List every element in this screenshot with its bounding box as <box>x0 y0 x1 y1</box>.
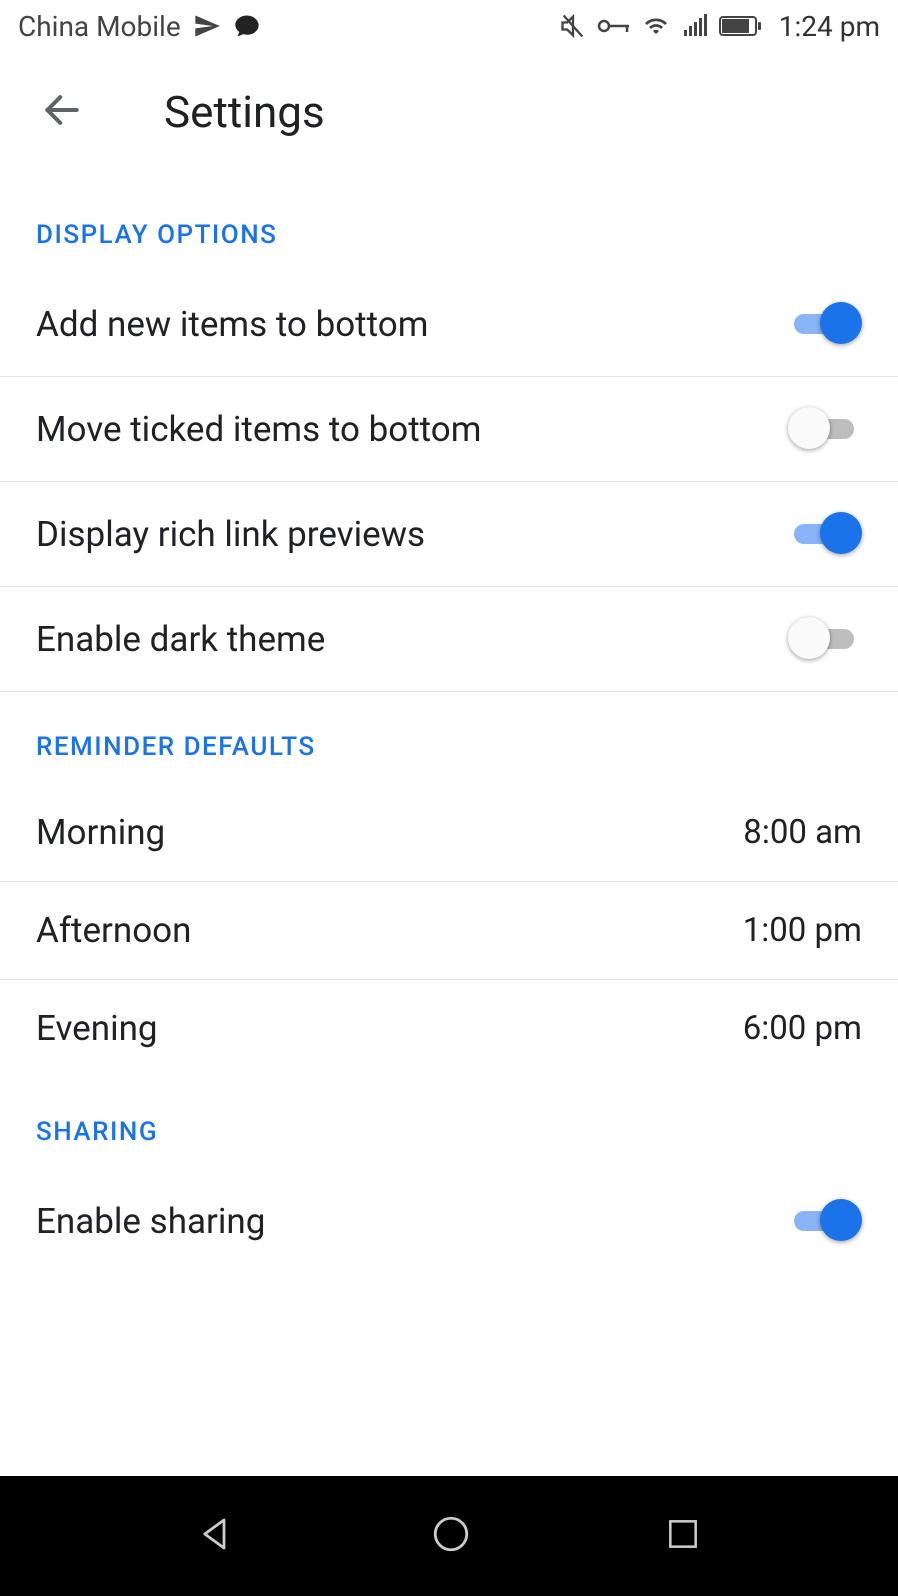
row-label: Enable dark theme <box>36 619 325 660</box>
toggle-dark-theme[interactable] <box>788 615 862 663</box>
section-header-reminders: Reminder defaults <box>0 692 898 784</box>
row-value: 8:00 am <box>743 813 862 852</box>
back-arrow-icon[interactable] <box>40 88 84 136</box>
row-label: Afternoon <box>36 910 191 951</box>
row-label: Evening <box>36 1008 158 1049</box>
app-bar: Settings <box>0 52 898 172</box>
toggle-move-ticked[interactable] <box>788 405 862 453</box>
toggle-add-bottom[interactable] <box>788 300 862 348</box>
chat-icon <box>233 12 261 40</box>
row-value: 1:00 pm <box>743 911 862 950</box>
row-label: Display rich link previews <box>36 514 425 555</box>
page-title: Settings <box>164 86 325 138</box>
system-nav-bar <box>0 1476 898 1596</box>
row-add-bottom[interactable]: Add new items to bottom <box>0 272 898 377</box>
battery-icon <box>719 15 763 37</box>
send-icon <box>193 12 221 40</box>
signal-icon <box>681 14 709 38</box>
row-rich-links[interactable]: Display rich link previews <box>0 482 898 587</box>
row-label: Add new items to bottom <box>36 304 428 345</box>
section-header-display: Display options <box>0 172 898 272</box>
row-label: Move ticked items to bottom <box>36 409 481 450</box>
toggle-rich-links[interactable] <box>788 510 862 558</box>
row-move-ticked[interactable]: Move ticked items to bottom <box>0 377 898 482</box>
row-enable-sharing[interactable]: Enable sharing <box>0 1169 898 1273</box>
status-bar: China Mobile 1:24 pm <box>0 0 898 52</box>
carrier-label: China Mobile <box>18 10 181 43</box>
wifi-icon <box>641 14 671 38</box>
status-time: 1:24 pm <box>779 10 880 43</box>
status-right: 1:24 pm <box>559 10 880 43</box>
nav-recent-icon[interactable] <box>664 1515 702 1557</box>
row-evening[interactable]: Evening 6:00 pm <box>0 980 898 1077</box>
nav-home-icon[interactable] <box>430 1513 472 1559</box>
status-left: China Mobile <box>18 10 261 43</box>
row-value: 6:00 pm <box>743 1009 862 1048</box>
row-label: Morning <box>36 812 165 853</box>
nav-back-icon[interactable] <box>196 1513 238 1559</box>
mute-icon <box>559 12 587 40</box>
vpn-key-icon <box>597 15 631 37</box>
row-morning[interactable]: Morning 8:00 am <box>0 784 898 882</box>
section-header-sharing: Sharing <box>0 1077 898 1169</box>
row-afternoon[interactable]: Afternoon 1:00 pm <box>0 882 898 980</box>
row-label: Enable sharing <box>36 1201 265 1242</box>
toggle-enable-sharing[interactable] <box>788 1197 862 1245</box>
row-dark-theme[interactable]: Enable dark theme <box>0 587 898 692</box>
settings-content[interactable]: Display options Add new items to bottom … <box>0 172 898 1476</box>
